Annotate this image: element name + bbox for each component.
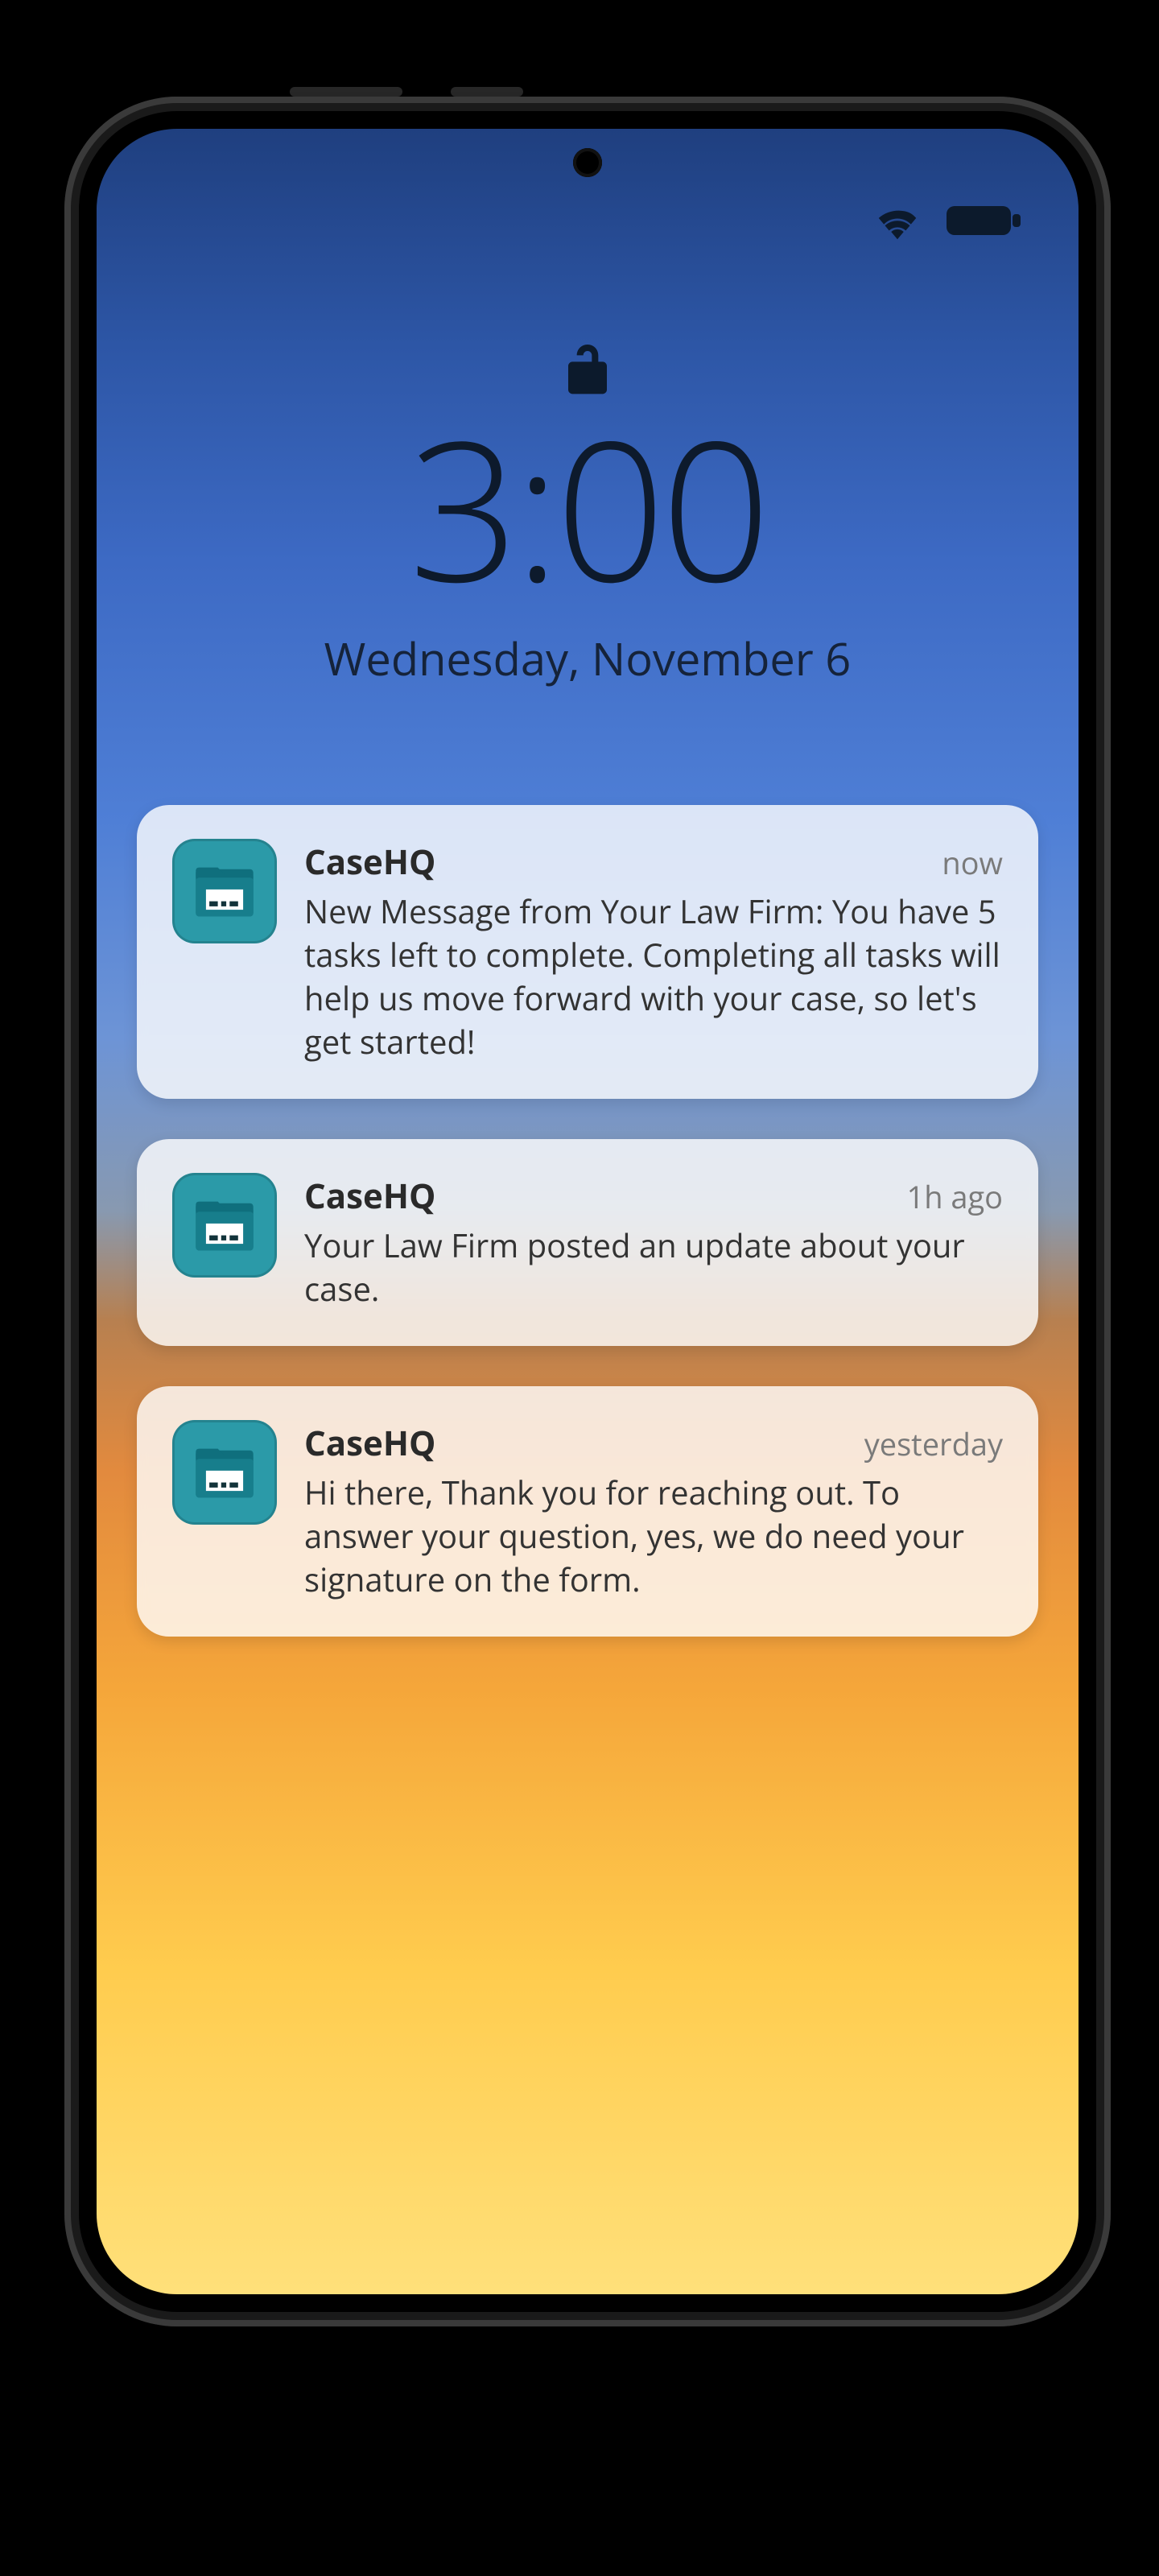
wifi-icon <box>872 201 922 244</box>
notification-message: Your Law Firm posted an update about you… <box>304 1224 1003 1311</box>
notification-app-name: CaseHQ <box>304 839 435 885</box>
app-icon <box>172 839 277 943</box>
notification-timestamp: now <box>942 842 1003 884</box>
battery-icon <box>945 201 1022 244</box>
phone-frame: 3:00 Wednesday, November 6 <box>64 97 1111 2326</box>
phone-screen: 3:00 Wednesday, November 6 <box>97 129 1079 2294</box>
notification-card[interactable]: CaseHQ now New Message from Your Law Fir… <box>137 805 1038 1099</box>
app-icon <box>172 1420 277 1525</box>
phone-top-button <box>290 87 402 97</box>
notification-message: Hi there, Thank you for reaching out. To… <box>304 1471 1003 1601</box>
status-bar <box>872 201 1022 244</box>
notification-timestamp: yesterday <box>864 1423 1003 1465</box>
app-icon <box>172 1173 277 1278</box>
front-camera <box>573 148 602 177</box>
lockscreen-date: Wednesday, November 6 <box>97 628 1079 689</box>
notification-app-name: CaseHQ <box>304 1173 435 1219</box>
notification-app-name: CaseHQ <box>304 1420 435 1466</box>
lockscreen-time: 3:00 <box>97 411 1079 604</box>
phone-top-button <box>451 87 523 97</box>
notification-message: New Message from Your Law Firm: You have… <box>304 890 1003 1063</box>
notification-card[interactable]: CaseHQ yesterday Hi there, Thank you for… <box>137 1386 1038 1637</box>
notification-list: CaseHQ now New Message from Your Law Fir… <box>137 805 1038 1637</box>
notification-timestamp: 1h ago <box>906 1176 1003 1218</box>
notification-card[interactable]: CaseHQ 1h ago Your Law Firm posted an up… <box>137 1139 1038 1346</box>
